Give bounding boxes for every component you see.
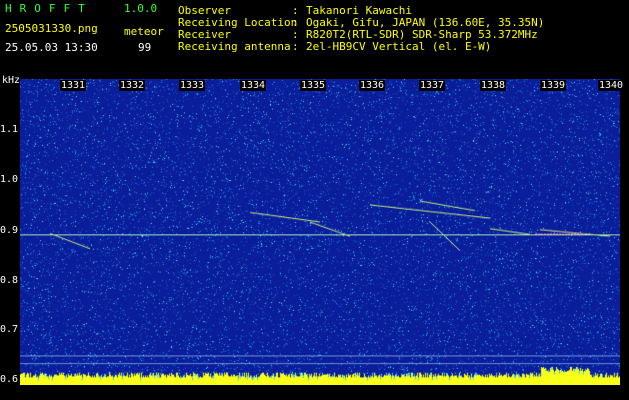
meteor-count: 99: [138, 41, 152, 54]
x-tick-label: 1334: [240, 80, 267, 91]
y-tick-label: 0.7: [0, 324, 19, 335]
x-tick-label: 1332: [119, 80, 146, 91]
y-tick-label: 0.6: [0, 374, 19, 385]
y-tick-label: 1.1: [0, 124, 19, 135]
app-name: HROFFT: [5, 2, 93, 15]
x-tick-label: 1340: [598, 80, 625, 91]
x-tick-label: 1336: [359, 80, 386, 91]
x-tick-label: 1331: [60, 80, 87, 91]
y-tick-label: 0.8: [0, 275, 19, 286]
info-separator: :: [292, 40, 299, 53]
header-panel: HROFFT 1.0.0 2505031330.png meteor 25.05…: [0, 0, 629, 76]
mode-label: meteor: [124, 25, 164, 38]
date-time: 25.05.03 13:30: [5, 41, 98, 54]
y-tick-label: 1.0: [0, 174, 19, 185]
x-tick-label: 1339: [540, 80, 567, 91]
app-version: 1.0.0: [124, 2, 158, 15]
info-value-antenna: 2el-HB9CV Vertical (el. E-W): [306, 40, 492, 53]
x-tick-label: 1335: [300, 80, 327, 91]
x-tick-label: 1338: [480, 80, 507, 91]
file-name: 2505031330.png: [5, 22, 98, 35]
x-tick-label: 1337: [419, 80, 446, 91]
x-tick-label: 1333: [179, 80, 206, 91]
y-tick-label: 0.9: [0, 225, 19, 236]
y-unit-label: kHz: [2, 75, 21, 86]
spectrogram-canvas: [20, 79, 620, 385]
info-label-antenna: Receiving antenna: [178, 40, 291, 53]
